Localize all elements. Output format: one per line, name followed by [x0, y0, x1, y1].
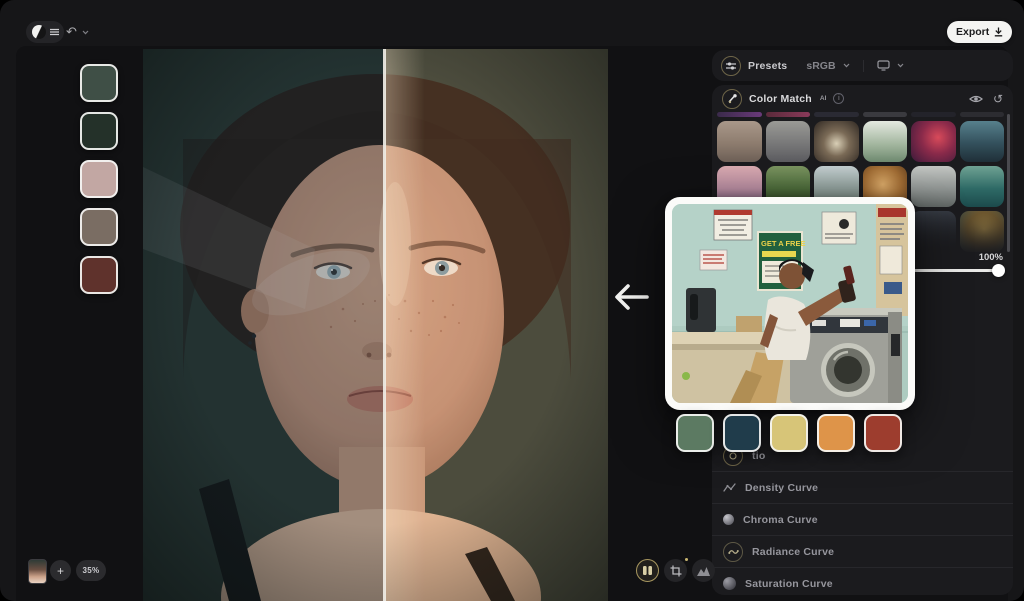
- curve-list: tio Density Curve Chroma Curve Radiance …: [712, 441, 1013, 595]
- extracted-palette: [80, 64, 118, 294]
- zoom-level-button[interactable]: 35%: [76, 560, 106, 581]
- thumbnail-laundromat-aisle[interactable]: [911, 166, 956, 207]
- swatch-ref-4[interactable]: [817, 414, 855, 452]
- swatch-ref-1[interactable]: [676, 414, 714, 452]
- thumbnail-subway-car[interactable]: [960, 121, 1005, 162]
- color-match-icon: [722, 89, 742, 109]
- presets-label: Presets: [748, 60, 787, 72]
- download-icon: [994, 27, 1003, 37]
- app-logo-icon: [32, 25, 46, 39]
- undo-button[interactable]: ↶: [66, 23, 77, 41]
- thumbnail-night-market[interactable]: [911, 121, 956, 162]
- histogram-icon: [697, 566, 710, 576]
- crop-icon: [670, 565, 682, 577]
- apply-left-arrow-icon[interactable]: [610, 278, 652, 316]
- swatch-extracted-4[interactable]: [80, 208, 118, 246]
- split-compare-button[interactable]: [636, 559, 659, 582]
- info-icon[interactable]: i: [833, 93, 844, 104]
- swatch-extracted-3[interactable]: [80, 160, 118, 198]
- thumbnail-lake-boats[interactable]: [960, 166, 1005, 207]
- thumbnail-city-street[interactable]: [766, 121, 811, 162]
- radiance-curve-item[interactable]: Radiance Curve: [712, 535, 1013, 567]
- export-button[interactable]: Export: [947, 21, 1012, 43]
- thumbnail-sliver-4[interactable]: [863, 112, 908, 117]
- saturation-curve-icon: [723, 577, 736, 590]
- divider: [863, 60, 864, 72]
- display-profile-icon[interactable]: [877, 60, 890, 71]
- thumbnail-sliver-5[interactable]: [911, 112, 956, 117]
- portrait-compare-image[interactable]: [143, 49, 608, 601]
- swatch-extracted-1[interactable]: [80, 64, 118, 102]
- thumbnail-sliver-6[interactable]: [960, 112, 1005, 117]
- swatch-extracted-2[interactable]: [80, 112, 118, 150]
- reset-history-icon[interactable]: ↺: [993, 93, 1003, 105]
- presets-bar: Presets sRGB: [712, 50, 1013, 81]
- hamburger-menu-icon: [50, 28, 59, 36]
- add-image-button[interactable]: +: [50, 560, 71, 581]
- display-profile-chevron-icon[interactable]: [897, 63, 904, 68]
- chroma-curve-item[interactable]: Chroma Curve: [712, 503, 1013, 535]
- split-compare-icon: [642, 565, 653, 576]
- thumbnail-green-room[interactable]: [863, 121, 908, 162]
- thumbnail-row: [717, 121, 1004, 162]
- thumbnail-sliver-2[interactable]: [766, 112, 811, 117]
- swatch-ref-3[interactable]: [770, 414, 808, 452]
- undo-history-chevron-icon[interactable]: [82, 30, 89, 35]
- thumbnail-tram-interior[interactable]: [814, 121, 859, 162]
- density-curve-item[interactable]: Density Curve: [712, 471, 1013, 503]
- reference-palette: [676, 414, 902, 452]
- thumbnail-row: [717, 112, 1004, 117]
- thumbnail-foggy-road[interactable]: [717, 121, 762, 162]
- app-menu-button[interactable]: [26, 21, 64, 43]
- reference-image-card[interactable]: GET A FREE: [665, 197, 915, 410]
- saturation-curve-item[interactable]: Saturation Curve: [712, 567, 1013, 595]
- export-label: Export: [956, 26, 989, 38]
- colorspace-chevron-icon[interactable]: [843, 63, 850, 68]
- compare-divider: [383, 49, 386, 601]
- histogram-button[interactable]: [692, 559, 715, 582]
- crop-button[interactable]: [664, 559, 687, 582]
- slider-thumb[interactable]: [992, 264, 1005, 277]
- image-layer-thumbnail[interactable]: [28, 559, 47, 584]
- color-match-title: Color Match: [749, 93, 812, 105]
- density-curve-icon: [723, 482, 736, 493]
- colorspace-select[interactable]: sRGB: [806, 60, 835, 72]
- thumbnail-sliver-1[interactable]: [717, 112, 762, 117]
- swatch-extracted-5[interactable]: [80, 256, 118, 294]
- grid-scrollbar[interactable]: [1007, 114, 1010, 252]
- color-grading-app: ↶ Export Presets sRGB Color Match AI: [0, 0, 1024, 601]
- chroma-curve-icon: [723, 514, 734, 525]
- thumbnail-sliver-3[interactable]: [814, 112, 859, 117]
- thumbnail-phone-portrait[interactable]: [911, 211, 956, 252]
- swatch-ref-5[interactable]: [864, 414, 902, 452]
- radiance-curve-icon: [723, 542, 743, 562]
- visibility-eye-icon[interactable]: [969, 94, 983, 104]
- swatch-ref-2[interactable]: [723, 414, 761, 452]
- reference-photo: GET A FREE: [672, 204, 908, 403]
- crop-modified-dot: [685, 558, 688, 561]
- thumbnail-mustard-traveler[interactable]: [960, 211, 1005, 252]
- poster-text: GET A FREE: [761, 239, 805, 248]
- ai-badge: AI: [820, 95, 827, 102]
- presets-icon[interactable]: [721, 56, 741, 76]
